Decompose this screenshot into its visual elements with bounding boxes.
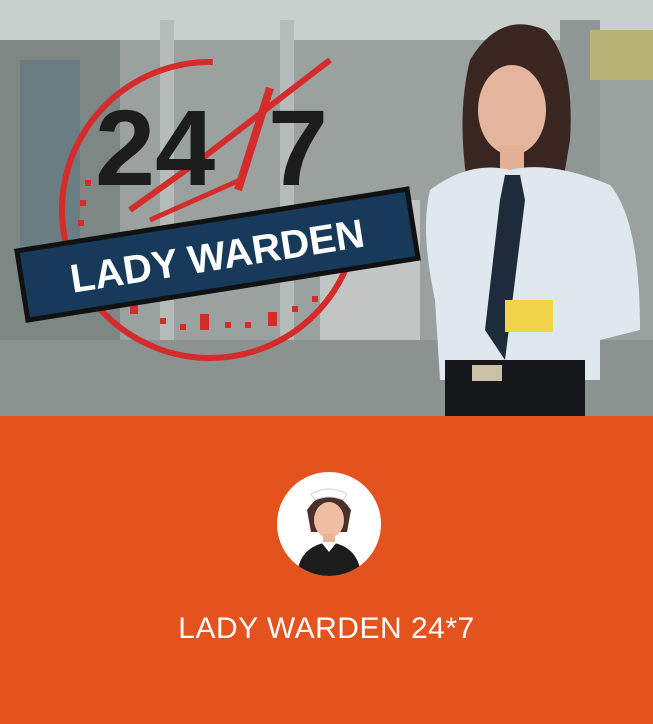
app-name-label: LADY WARDEN 24*7	[178, 612, 475, 645]
logo-number-7: 7	[268, 87, 328, 208]
banner-illustration: 24 7 LADY WARDEN	[0, 0, 653, 416]
female-warden-avatar-icon	[277, 472, 381, 576]
banner-image: 24 7 LADY WARDEN	[0, 0, 653, 416]
logo-number-24: 24	[95, 87, 215, 208]
